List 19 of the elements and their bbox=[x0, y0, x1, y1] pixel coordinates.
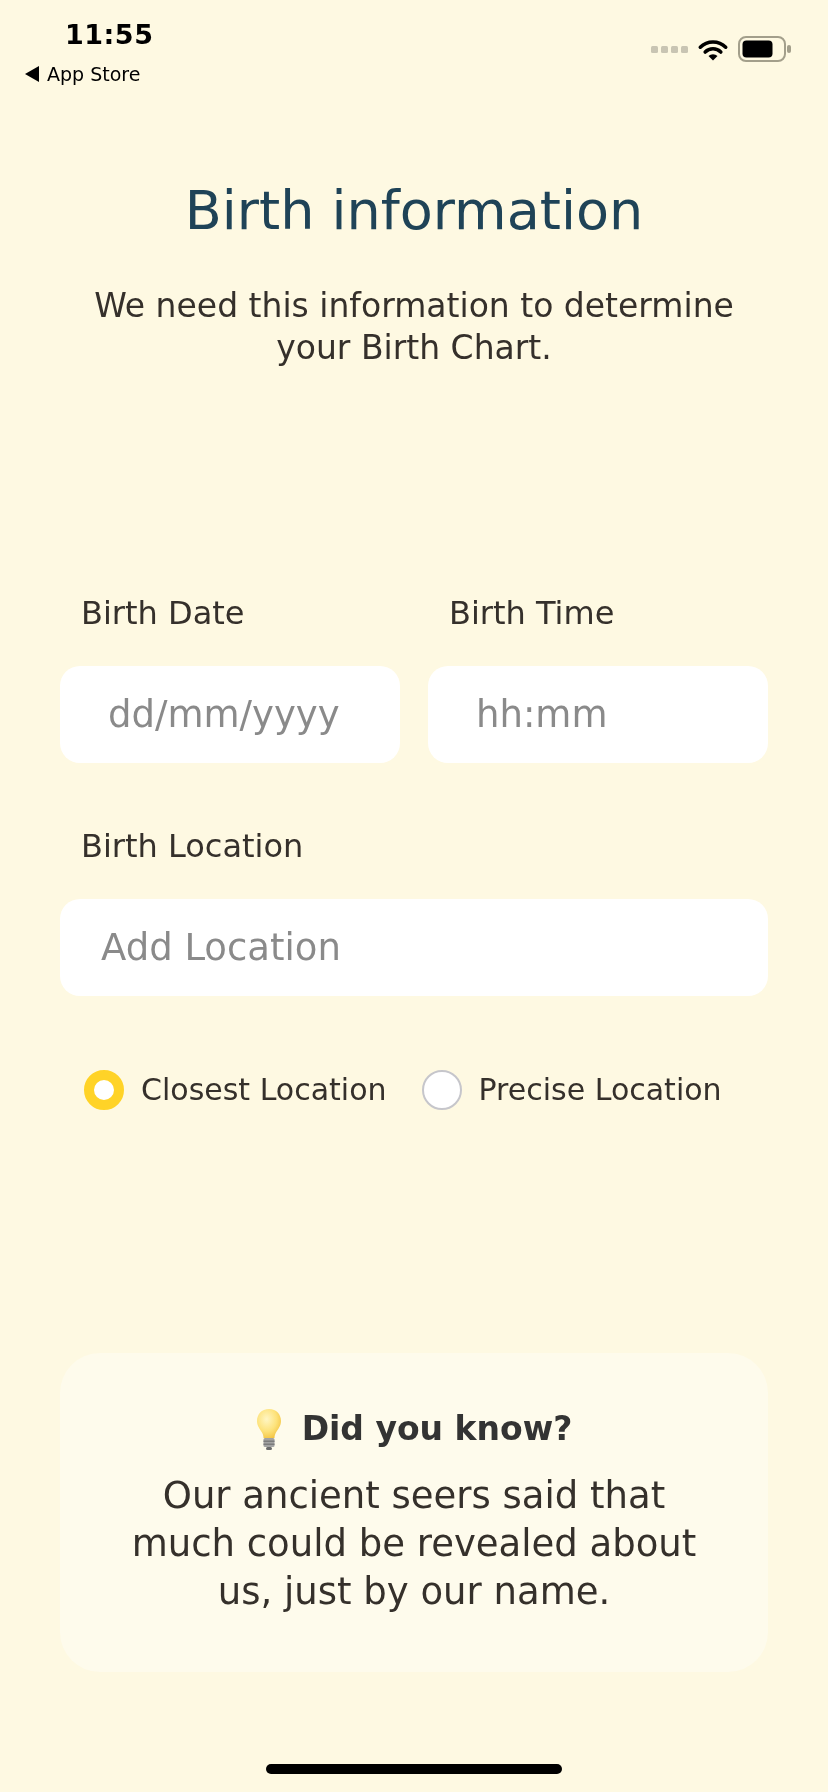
radio-option[interactable]: Precise Location bbox=[421, 1070, 722, 1110]
lightbulb-icon bbox=[255, 1408, 282, 1450]
back-link[interactable]: App Store bbox=[25, 62, 154, 86]
tip-text: Our ancient seers said that much could be revealed about us, just by our name. bbox=[130, 1473, 698, 1615]
page-title: Birth information bbox=[183, 178, 645, 244]
field-label: Birth Date bbox=[80, 593, 246, 634]
back-icon bbox=[25, 66, 39, 82]
battery-icon bbox=[738, 36, 792, 62]
field-label: Birth Time bbox=[448, 593, 616, 634]
input-field[interactable]: dd/mm/yyyy bbox=[60, 666, 400, 763]
location-input-field[interactable]: Add Location bbox=[60, 899, 768, 996]
status-time: 11:55 bbox=[64, 18, 154, 52]
page-subtitle: We need this information to determine your Birth Chart. bbox=[93, 285, 735, 369]
radio-option[interactable]: Closest Location bbox=[84, 1070, 387, 1110]
field-label: Birth Location bbox=[80, 826, 305, 867]
input-field[interactable]: hh:mm bbox=[428, 666, 768, 763]
tip-title: Did you know? bbox=[301, 1408, 573, 1450]
signal-icon bbox=[651, 45, 688, 53]
wifi-icon bbox=[697, 37, 729, 61]
